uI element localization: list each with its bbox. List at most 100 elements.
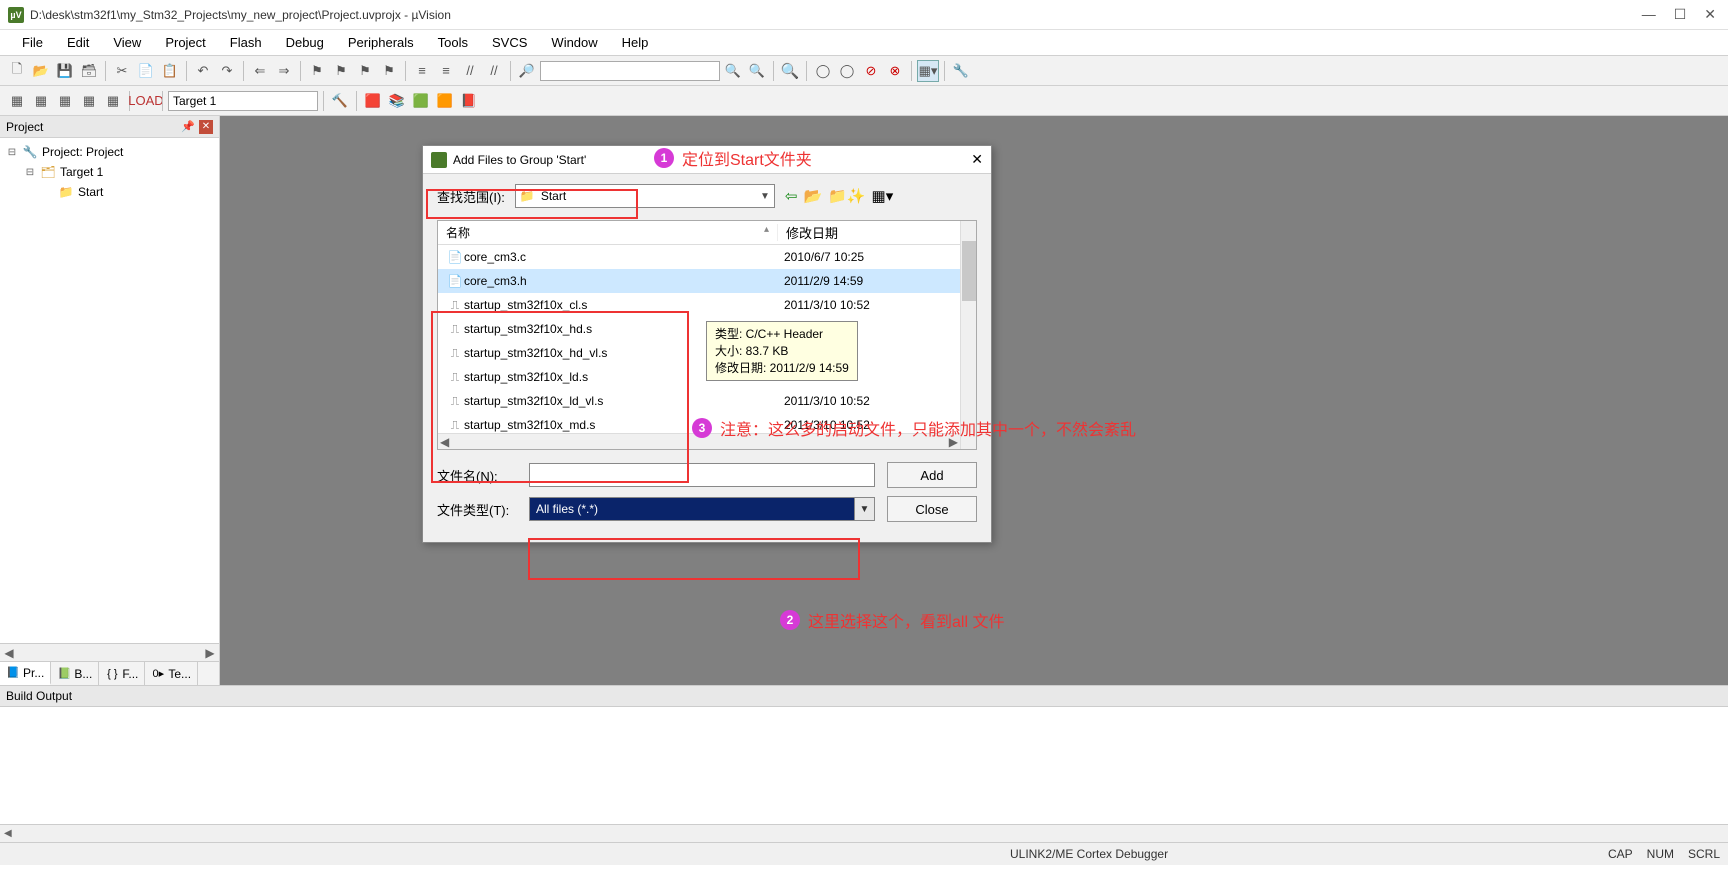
manage-rte-icon[interactable]: 🟧 [434, 90, 456, 112]
build-output-hscroll[interactable]: ◀ [0, 825, 1728, 843]
new-folder-icon[interactable]: 📁✨ [828, 187, 865, 205]
file-list-header[interactable]: 名称▴ 修改日期 [438, 221, 976, 245]
bookmark-prev-icon[interactable]: ⚑ [330, 60, 352, 82]
file-date: 2011/3/10 10:52 [784, 298, 968, 312]
manage-components-icon[interactable]: 🟥 [362, 90, 384, 112]
tab-templates[interactable]: 0▸Te... [145, 662, 198, 685]
rebuild-icon[interactable]: ▦ [54, 90, 76, 112]
translate-icon[interactable]: ▦ [6, 90, 28, 112]
menu-flash[interactable]: Flash [218, 31, 274, 54]
menu-project[interactable]: Project [153, 31, 217, 54]
open-icon[interactable]: 📂 [30, 60, 52, 82]
find-in-files-icon[interactable]: 🔎 [516, 60, 538, 82]
paste-icon[interactable]: 📋 [159, 60, 181, 82]
breakpoint-enable-icon[interactable]: ◯ [836, 60, 858, 82]
menu-debug[interactable]: Debug [274, 31, 336, 54]
file-date: 2011/3/10 10:52 [784, 418, 968, 432]
lookin-label: 查找范围(I): [437, 187, 505, 206]
uncomment-icon[interactable]: // [483, 60, 505, 82]
breakpoint-insert-icon[interactable]: ◯ [812, 60, 834, 82]
comment-icon[interactable]: // [459, 60, 481, 82]
file-list-hscroll[interactable]: ◀▶ [438, 433, 960, 449]
up-folder-icon[interactable]: 📂 [803, 187, 822, 205]
target-select-combo[interactable] [168, 91, 318, 111]
file-name: core_cm3.c [464, 250, 784, 264]
build-output-body[interactable] [0, 707, 1728, 825]
find-combo[interactable] [540, 61, 720, 81]
breakpoint-kill-icon[interactable]: ⊗ [884, 60, 906, 82]
file-row[interactable]: ⎍startup_stm32f10x_ld_vl.s2011/3/10 10:5… [438, 389, 976, 413]
pack-installer-icon[interactable]: 🟩 [410, 90, 432, 112]
back-icon[interactable]: ⇦ [785, 187, 798, 205]
menu-tools[interactable]: Tools [426, 31, 480, 54]
filetype-dropdown-icon[interactable]: ▼ [854, 498, 874, 520]
tree-root[interactable]: ⊟ 🔧 Project: Project [4, 142, 215, 162]
project-hscrollbar[interactable]: ◀▶ [0, 643, 219, 661]
build-icon[interactable]: ▦ [30, 90, 52, 112]
build-output-title: Build Output [6, 689, 72, 703]
download-icon[interactable]: LOAD [135, 90, 157, 112]
view-menu-icon[interactable]: ▦▾ [872, 187, 894, 205]
bookmark-clear-icon[interactable]: ⚑ [378, 60, 400, 82]
undo-icon[interactable]: ↶ [192, 60, 214, 82]
filename-input[interactable] [529, 463, 875, 487]
dropdown-icon[interactable]: ▼ [760, 191, 770, 202]
pane-close-icon[interactable]: ✕ [199, 120, 213, 134]
filetype-select[interactable]: All files (*.*) ▼ [529, 497, 875, 521]
close-button[interactable]: ✕ [1704, 6, 1716, 23]
cut-icon[interactable]: ✂ [111, 60, 133, 82]
menu-view[interactable]: View [101, 31, 153, 54]
save-icon[interactable]: 💾 [54, 60, 76, 82]
copy-icon[interactable]: 📄 [135, 60, 157, 82]
select-packs-icon[interactable]: 📚 [386, 90, 408, 112]
outdent-icon[interactable]: ≡ [435, 60, 457, 82]
file-icon: ⎍ [446, 346, 464, 361]
tab-project[interactable]: 📘Pr... [0, 662, 51, 685]
menu-peripherals[interactable]: Peripherals [336, 31, 426, 54]
project-tree[interactable]: ⊟ 🔧 Project: Project ⊟ 🗂 Target 1 📁 Star… [0, 138, 219, 643]
incremental-find-icon[interactable]: 🔍 [746, 60, 768, 82]
column-date[interactable]: 修改日期 [778, 223, 976, 242]
tree-target[interactable]: ⊟ 🗂 Target 1 [4, 162, 215, 182]
dialog-titlebar[interactable]: Add Files to Group 'Start' ✕ [423, 146, 991, 174]
configure-icon[interactable]: 🔧 [950, 60, 972, 82]
batch-build-icon[interactable]: ▦ [78, 90, 100, 112]
file-row[interactable]: 📄core_cm3.c2010/6/7 10:25 [438, 245, 976, 269]
pin-icon[interactable]: 📌 [181, 120, 195, 133]
maximize-button[interactable]: ☐ [1674, 6, 1687, 23]
file-list-vscroll[interactable] [960, 221, 976, 449]
tree-group-start[interactable]: 📁 Start [4, 182, 215, 202]
find-icon[interactable]: 🔍 [722, 60, 744, 82]
window-title: D:\desk\stm32f1\my_Stm32_Projects\my_new… [30, 8, 451, 22]
redo-icon[interactable]: ↷ [216, 60, 238, 82]
books-icon[interactable]: 📕 [458, 90, 480, 112]
bookmark-icon[interactable]: ⚑ [306, 60, 328, 82]
new-icon[interactable]: 🗋 [6, 60, 28, 82]
breakpoint-disable-icon[interactable]: ⊘ [860, 60, 882, 82]
menu-help[interactable]: Help [610, 31, 661, 54]
debug-start-icon[interactable]: 🔍 [779, 60, 801, 82]
nav-back-icon[interactable]: ⇐ [249, 60, 271, 82]
indent-icon[interactable]: ≡ [411, 60, 433, 82]
file-row[interactable]: ⎍startup_stm32f10x_cl.s2011/3/10 10:52 [438, 293, 976, 317]
window-layout-icon[interactable]: ▦▾ [917, 60, 939, 82]
save-all-icon[interactable]: 🗃 [78, 60, 100, 82]
menu-edit[interactable]: Edit [55, 31, 101, 54]
menu-svcs[interactable]: SVCS [480, 31, 539, 54]
menu-file[interactable]: File [10, 31, 55, 54]
dialog-close-icon[interactable]: ✕ [971, 151, 983, 168]
options-icon[interactable]: 🔨 [329, 90, 351, 112]
menu-window[interactable]: Window [539, 31, 609, 54]
minimize-button[interactable]: — [1642, 6, 1656, 23]
tab-books[interactable]: 📗B... [51, 662, 99, 685]
file-row[interactable]: 📄core_cm3.h2011/2/9 14:59 [438, 269, 976, 293]
dialog-title-text: Add Files to Group 'Start' [453, 153, 586, 167]
stop-build-icon[interactable]: ▦ [102, 90, 124, 112]
nav-fwd-icon[interactable]: ⇒ [273, 60, 295, 82]
close-button[interactable]: Close [887, 496, 977, 522]
tab-functions[interactable]: { }F... [99, 662, 145, 685]
lookin-combo[interactable]: 📁 Start ▼ [515, 184, 775, 208]
column-name[interactable]: 名称▴ [438, 224, 778, 241]
add-button[interactable]: Add [887, 462, 977, 488]
bookmark-next-icon[interactable]: ⚑ [354, 60, 376, 82]
